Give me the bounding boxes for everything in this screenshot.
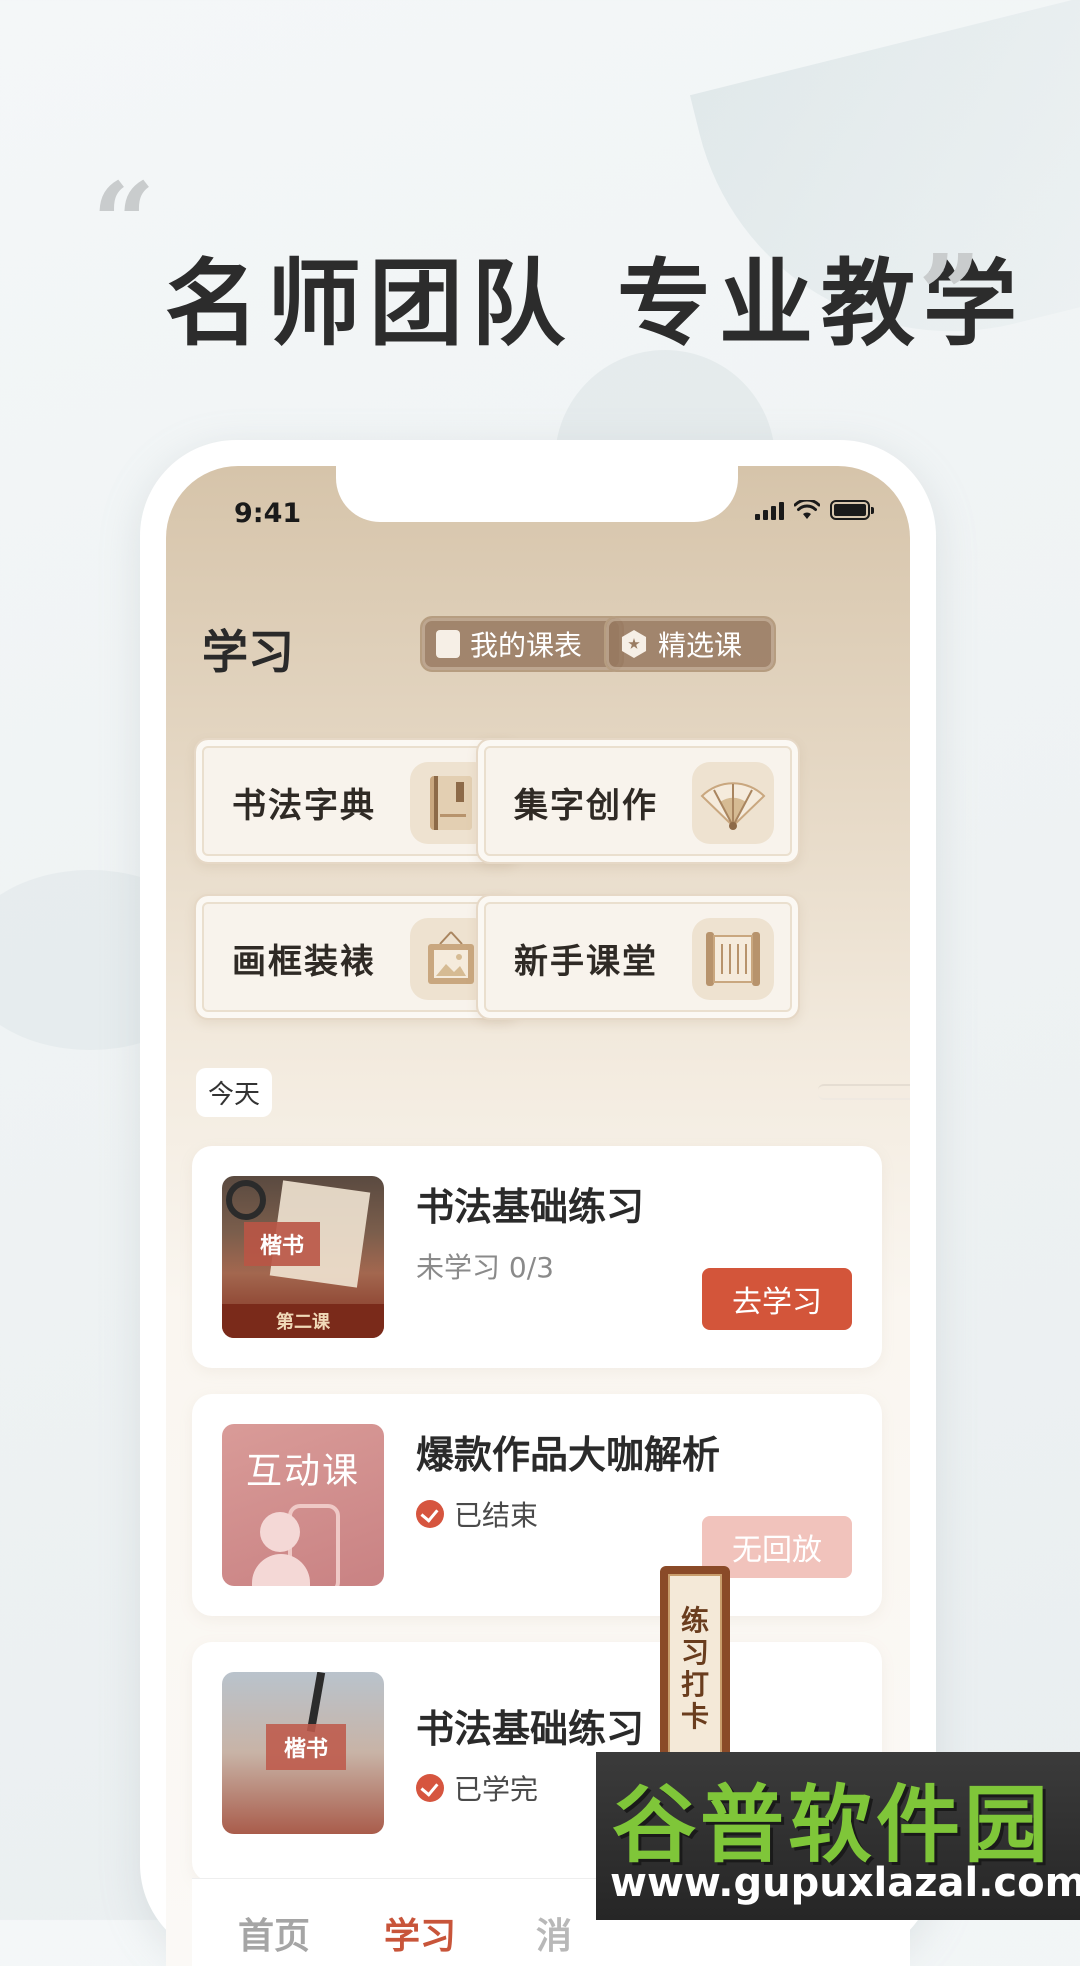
shortcut-label: 集字创作 (514, 786, 658, 826)
check-icon (416, 1500, 444, 1528)
shortcut-framing-mounting[interactable]: 画框装裱 (194, 894, 518, 1020)
star-badge-icon (621, 630, 647, 658)
signal-icon (755, 500, 784, 520)
checkin-char: 习 (680, 1635, 709, 1669)
shortcut-label: 画框装裱 (232, 942, 376, 982)
tab-study[interactable]: 学习 (384, 1907, 456, 1959)
watermark-url: www.gupuxlazal.com (610, 1860, 1080, 1906)
my-schedule-button[interactable]: 我的课表 (420, 616, 624, 672)
section-today-label: 今天 (196, 1068, 273, 1117)
bookmark-icon (436, 630, 460, 658)
thumbnail-tag: 楷书 (244, 1222, 320, 1266)
decorative-cloud-line (818, 1084, 910, 1100)
featured-courses-button[interactable]: 精选课 (604, 616, 776, 672)
checkin-char: 打 (680, 1668, 709, 1701)
my-schedule-label: 我的课表 (470, 629, 583, 662)
course-status-text: 未学习 0/3 (416, 1251, 554, 1284)
site-watermark: 谷普软件园 www.gupuxlazal.com (596, 1752, 1080, 1920)
course-thumbnail: 楷书 第二课 (222, 1176, 384, 1338)
headline-left: 名师团队 (165, 249, 574, 359)
shortcut-label: 新手课堂 (514, 942, 658, 982)
battery-icon (830, 500, 874, 520)
course-status: 已学完 (416, 1768, 538, 1808)
phone-notch (336, 466, 738, 522)
featured-courses-label: 精选课 (658, 629, 743, 662)
close-quote-mark: ” (918, 230, 982, 359)
shortcut-label: 书法字典 (232, 786, 376, 826)
open-quote-mark: “ (92, 158, 156, 287)
thumbnail-lesson-band: 第二课 (222, 1304, 384, 1338)
checkin-char: 练 (680, 1603, 709, 1637)
course-title: 书法基础练习 (416, 1185, 645, 1229)
wifi-icon (794, 500, 820, 520)
go-study-button[interactable]: 去学习 (702, 1268, 852, 1330)
course-progress: 未学习 0/3 (416, 1246, 554, 1286)
phone-frame: 9:41 学习 我的课表 精选课 书法字典 集字创作 画框装裱 新手课堂 今天 … (140, 440, 936, 1966)
course-status-text: 已结束 (454, 1499, 539, 1532)
scroll-icon (692, 918, 774, 1000)
shortcut-beginner-class[interactable]: 新手课堂 (476, 894, 800, 1020)
fan-icon (692, 762, 774, 844)
phone-screen: 9:41 学习 我的课表 精选课 书法字典 集字创作 画框装裱 新手课堂 今天 … (166, 466, 910, 1966)
course-card[interactable]: 互动课 爆款作品大咖解析 已结束 无回放 (192, 1394, 882, 1616)
shortcut-character-collage[interactable]: 集字创作 (476, 738, 800, 864)
course-status-text: 已学完 (454, 1773, 539, 1806)
checkin-char: 卡 (680, 1700, 709, 1734)
shortcut-calligraphy-dictionary[interactable]: 书法字典 (194, 738, 518, 864)
course-card[interactable]: 楷书 第二课 书法基础练习 未学习 0/3 去学习 (192, 1146, 882, 1368)
tab-partial[interactable]: 消 (536, 1907, 572, 1959)
tab-home[interactable]: 首页 (238, 1907, 310, 1959)
promo-headline: 名师团队 专业教学 (165, 228, 1025, 364)
status-icons (755, 500, 874, 520)
page-title: 学习 (202, 625, 294, 679)
thumbnail-tag: 楷书 (266, 1724, 346, 1770)
practice-checkin-button[interactable]: 练 习 打 卡 (660, 1566, 730, 1772)
course-status: 已结束 (416, 1494, 538, 1534)
course-thumbnail: 楷书 (222, 1672, 384, 1834)
thumbnail-tag: 互动课 (245, 1451, 360, 1492)
course-thumbnail: 互动课 (222, 1424, 384, 1586)
course-title: 书法基础练习 (416, 1707, 645, 1751)
course-title: 爆款作品大咖解析 (416, 1433, 721, 1477)
status-time: 9:41 (234, 498, 302, 529)
check-icon (416, 1774, 444, 1802)
practice-checkin-label: 练 习 打 卡 (668, 1574, 722, 1764)
